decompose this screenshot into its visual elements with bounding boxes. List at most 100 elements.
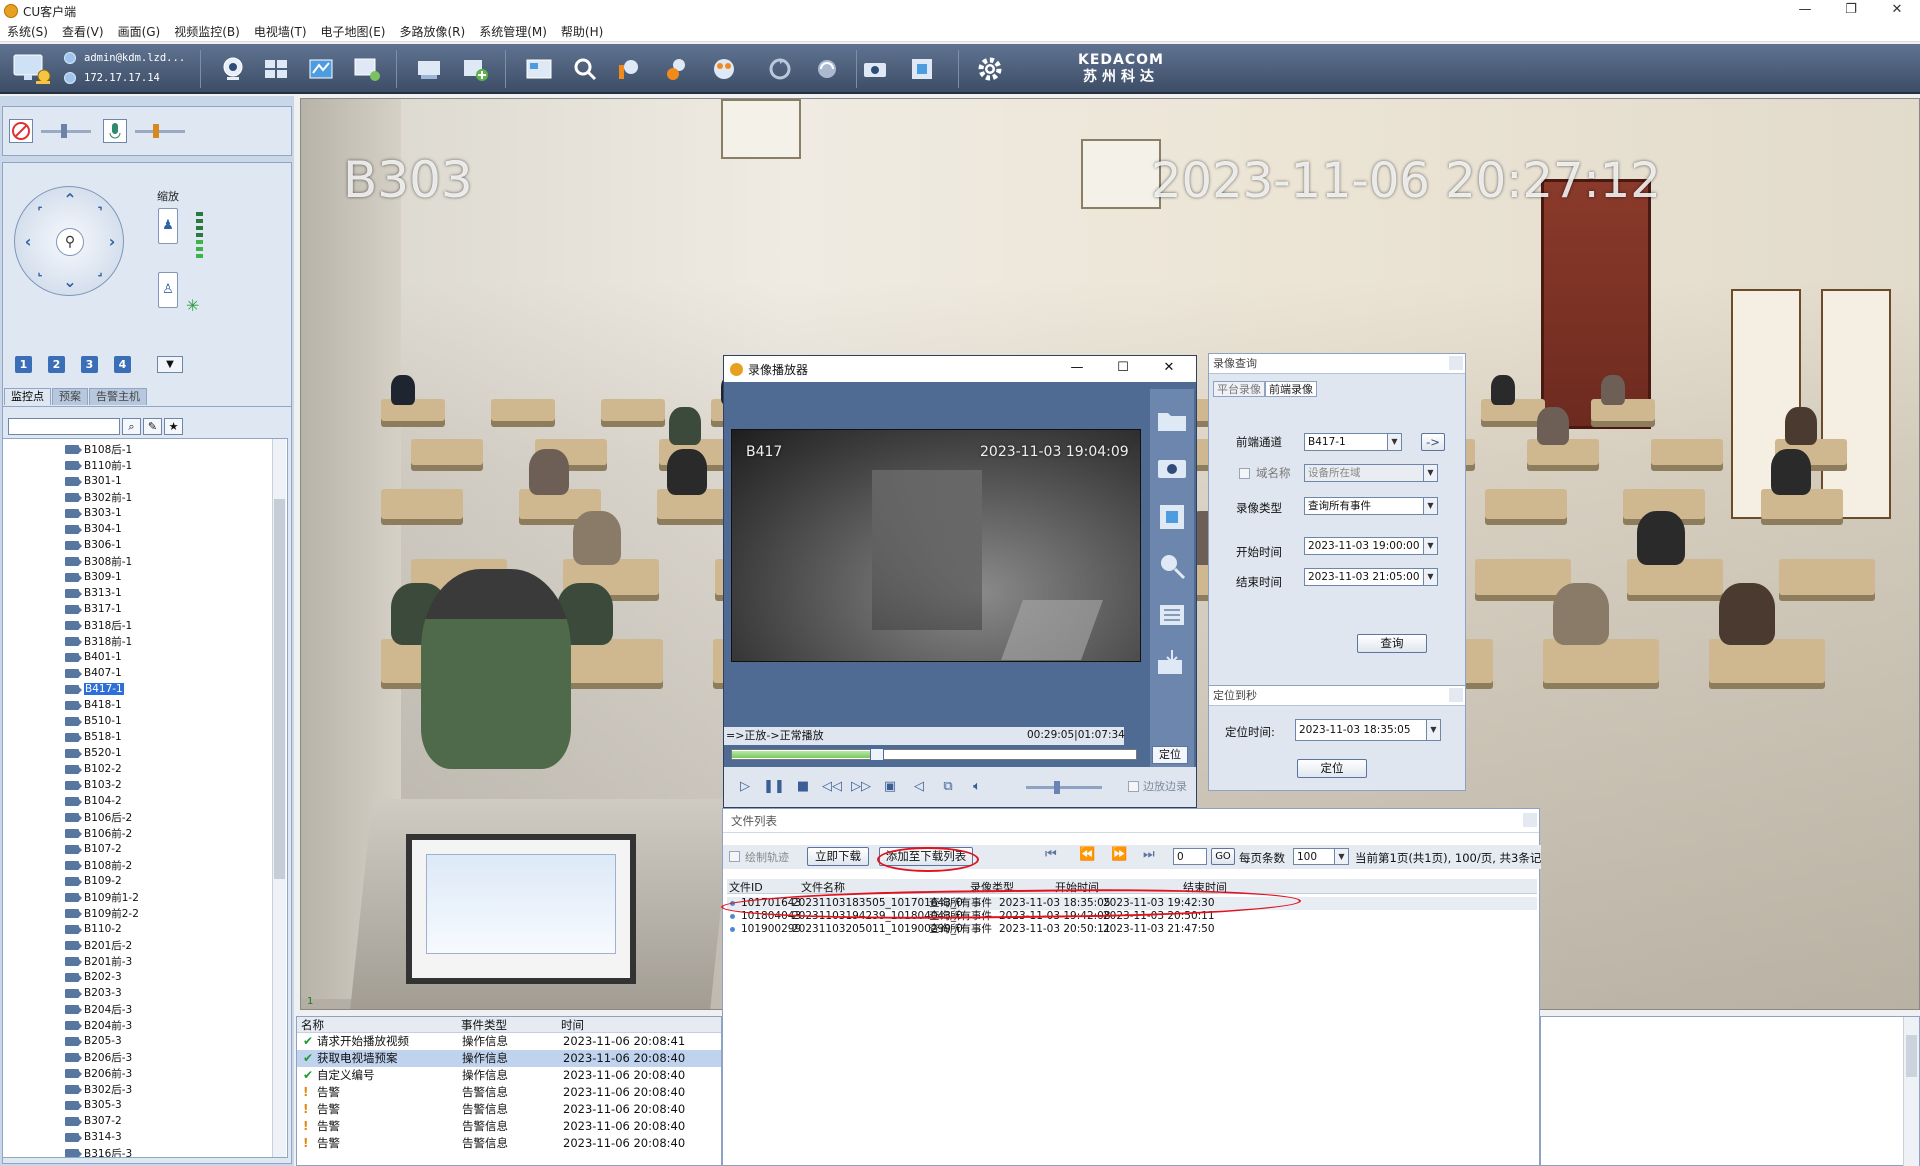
stop-icon[interactable]: ■	[792, 777, 814, 797]
col-file-name[interactable]: 文件名称	[801, 879, 845, 895]
playback-close-button[interactable]: ✕	[1146, 356, 1192, 380]
col-file-id[interactable]: 文件ID	[729, 879, 763, 895]
per-page-select[interactable]: 100 ▼	[1293, 848, 1349, 865]
channel-go-button[interactable]: ->	[1421, 433, 1445, 451]
ptz-up-left-icon[interactable]: ⌜	[29, 201, 51, 223]
playback-progress-slider[interactable]	[731, 748, 1137, 761]
playback-icon[interactable]	[522, 52, 556, 86]
step-frame-icon[interactable]: ▣	[879, 777, 901, 797]
restore-button[interactable]: ❐	[1828, 0, 1874, 22]
device-search-input[interactable]	[8, 418, 120, 435]
tree-item[interactable]: B108后-1	[3, 441, 287, 457]
group-icon[interactable]	[707, 52, 741, 86]
search-icon[interactable]: ⌕	[122, 418, 141, 435]
record-while-playing-checkbox[interactable]	[1128, 780, 1139, 792]
tree-item[interactable]: B308前-1	[3, 553, 287, 569]
tree-item[interactable]: B104-2	[3, 793, 287, 809]
tree-item[interactable]: B206前-3	[3, 1065, 287, 1081]
mute-icon[interactable]	[9, 119, 33, 143]
microphone-icon[interactable]	[103, 119, 127, 143]
layout-icon[interactable]	[259, 52, 293, 86]
locate-close-button[interactable]	[1449, 688, 1463, 702]
log-row[interactable]: ! 告警 告警信息 2023-11-06 20:08:40	[297, 1118, 721, 1135]
volume-icon[interactable]: 🔈︎	[966, 777, 988, 797]
menu-system-admin[interactable]: 系统管理(M)	[472, 23, 554, 40]
zoom-icon[interactable]	[1154, 548, 1190, 584]
tree-item[interactable]: B110-2	[3, 921, 287, 937]
tree-item[interactable]: B418-1	[3, 697, 287, 713]
start-time-input[interactable]: 2023-11-03 19:00:00 ▼	[1304, 537, 1438, 555]
snapshot-icon[interactable]	[1154, 450, 1190, 486]
menu-system[interactable]: 系统(S)	[0, 23, 55, 40]
go-page-button[interactable]: GO	[1211, 848, 1235, 865]
tree-item[interactable]: B108前-2	[3, 857, 287, 873]
tab-frontend-record[interactable]: 前端录像	[1265, 381, 1317, 397]
record-query-close-button[interactable]	[1449, 356, 1463, 370]
tree-item[interactable]: B201前-3	[3, 953, 287, 969]
log-row[interactable]: ! 告警 告警信息 2023-11-06 20:08:40	[297, 1101, 721, 1118]
refresh-icon[interactable]	[810, 52, 844, 86]
menu-multi-playback[interactable]: 多路放像(R)	[393, 23, 473, 40]
ptz-direction-pad[interactable]: ⌃ ⌄ ‹ › ⌜ ⌝ ⌞ ⌟ ⚲	[14, 186, 124, 296]
zoom-in-button[interactable]: ♟	[158, 208, 178, 244]
playback-minimize-button[interactable]: —	[1054, 356, 1100, 380]
fullscreen-icon[interactable]	[905, 52, 939, 86]
tree-item[interactable]: B318前-1	[3, 633, 287, 649]
tab-platform-record[interactable]: 平台录像	[1213, 381, 1265, 397]
tree-item[interactable]: B303-1	[3, 505, 287, 521]
tv-wall-icon[interactable]	[350, 52, 384, 86]
multi-window-icon[interactable]: ⧉	[937, 777, 959, 797]
tree-item[interactable]: B305-3	[3, 1097, 287, 1113]
snapshot-icon[interactable]	[858, 52, 892, 86]
fast-forward-icon[interactable]: ▷▷	[850, 777, 872, 797]
ptz-down-icon[interactable]: ⌄	[59, 271, 81, 293]
tree-item[interactable]: B520-1	[3, 745, 287, 761]
tree-item[interactable]: B401-1	[3, 649, 287, 665]
minimize-button[interactable]: —	[1782, 0, 1828, 22]
tree-item[interactable]: B318后-1	[3, 617, 287, 633]
ptz-left-icon[interactable]: ‹	[17, 231, 39, 253]
tree-item[interactable]: B302前-1	[3, 489, 287, 505]
settings-icon[interactable]	[973, 52, 1007, 86]
menu-video-monitor[interactable]: 视频监控(B)	[167, 23, 247, 40]
page-number-input[interactable]: 0	[1173, 848, 1207, 865]
query-button[interactable]: 查询	[1357, 634, 1427, 653]
download-icon[interactable]	[1154, 646, 1190, 682]
record-icon[interactable]	[412, 52, 446, 86]
tree-item[interactable]: B316后-3	[3, 1145, 287, 1157]
tree-item[interactable]: B109-2	[3, 873, 287, 889]
run-icon[interactable]: ✳	[186, 296, 199, 315]
tree-item[interactable]: B417-1	[3, 681, 287, 697]
log-row[interactable]: ! 告警 告警信息 2023-11-06 20:08:40	[297, 1135, 721, 1152]
next-page-icon[interactable]: ⏩	[1111, 847, 1127, 862]
filter-icon[interactable]: ✎	[143, 418, 162, 435]
col-event-type[interactable]: 事件类型	[461, 1017, 507, 1033]
user-manage-icon[interactable]	[660, 52, 694, 86]
tree-item[interactable]: B102-2	[3, 761, 287, 777]
open-file-icon[interactable]	[1154, 401, 1190, 437]
favorite-icon[interactable]: ★	[164, 418, 183, 435]
add-device-icon[interactable]	[458, 52, 492, 86]
locate-button[interactable]: 定位	[1297, 759, 1367, 778]
tree-item[interactable]: B201后-2	[3, 937, 287, 953]
tree-item[interactable]: B204后-3	[3, 1001, 287, 1017]
playback-video[interactable]: B417 2023-11-03 19:04:09	[731, 429, 1141, 662]
menu-e-map[interactable]: 电子地图(E)	[314, 23, 393, 40]
tree-item[interactable]: B302后-3	[3, 1081, 287, 1097]
tree-item[interactable]: B203-3	[3, 985, 287, 1001]
last-page-icon[interactable]: ⏭	[1143, 847, 1155, 862]
draw-track-checkbox[interactable]	[729, 851, 740, 862]
tree-item[interactable]: B510-1	[3, 713, 287, 729]
channel-select[interactable]: B417-1 ▼	[1304, 433, 1402, 451]
log-row[interactable]: ✔ 请求开始播放视频 操作信息 2023-11-06 20:08:41	[297, 1033, 721, 1050]
menu-tv-wall[interactable]: 电视墙(T)	[247, 23, 314, 40]
fullscreen-icon[interactable]	[1154, 499, 1190, 535]
ptz-home-icon[interactable]: ⚲	[56, 228, 84, 256]
download-now-button[interactable]: 立即下载	[807, 847, 869, 866]
col-time[interactable]: 时间	[561, 1017, 584, 1033]
menu-view[interactable]: 查看(V)	[55, 23, 111, 40]
ptz-up-right-icon[interactable]: ⌝	[89, 201, 111, 223]
tree-item[interactable]: B204前-3	[3, 1017, 287, 1033]
tree-item[interactable]: B304-1	[3, 521, 287, 537]
tree-item[interactable]: B309-1	[3, 569, 287, 585]
